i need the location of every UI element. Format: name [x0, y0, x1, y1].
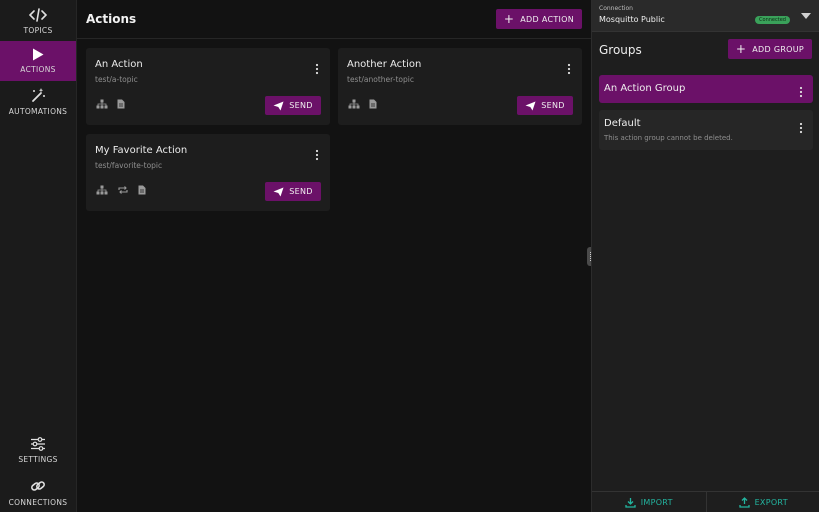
action-card[interactable]: Another Action test/another-topic SEND	[338, 48, 582, 125]
code-icon	[29, 7, 47, 22]
sliders-icon	[30, 436, 46, 451]
send-button[interactable]: SEND	[517, 96, 573, 115]
more-vertical-icon[interactable]	[566, 60, 572, 75]
nav-label-topics: TOPICS	[23, 25, 53, 35]
action-title: An Action	[95, 59, 143, 70]
magic-wand-icon	[30, 87, 46, 103]
send-button[interactable]: SEND	[265, 182, 321, 201]
document-icon	[369, 99, 377, 109]
download-icon	[625, 497, 636, 508]
more-vertical-icon[interactable]	[314, 146, 320, 161]
group-name: Default	[604, 118, 641, 129]
export-label: EXPORT	[754, 497, 788, 507]
hierarchy-icon	[348, 99, 360, 109]
nav-label-automations: AUTOMATIONS	[8, 106, 68, 116]
group-name: An Action Group	[604, 83, 686, 94]
more-vertical-icon[interactable]	[798, 83, 804, 98]
action-title: Another Action	[347, 59, 422, 70]
action-card[interactable]: My Favorite Action test/favorite-topic S…	[86, 134, 330, 211]
plus-icon: +	[503, 12, 515, 26]
nav-label-actions: ACTIONS	[20, 65, 56, 74]
more-vertical-icon[interactable]	[314, 60, 320, 75]
nav-label-connections: CONNECTIONS	[8, 497, 68, 507]
caret-down-icon[interactable]	[801, 13, 811, 19]
more-vertical-icon[interactable]	[798, 119, 804, 134]
actions-main: Actions + ADD ACTION An Action test/a-to…	[77, 0, 591, 512]
action-topic: test/a-topic	[95, 75, 138, 84]
group-subtitle: This action group cannot be deleted.	[604, 134, 733, 142]
plus-icon: +	[735, 42, 747, 56]
groups-panel: Connection Mosquitto Public Connected Gr…	[591, 0, 819, 512]
action-topic: test/another-topic	[347, 75, 414, 84]
add-action-button[interactable]: + ADD ACTION	[496, 9, 582, 29]
connection-name: Mosquitto Public	[599, 15, 665, 24]
nav-item-settings[interactable]: SETTINGS	[0, 432, 76, 468]
repeat-icon	[117, 185, 129, 195]
nav-label-settings: SETTINGS	[18, 454, 58, 464]
add-action-label: ADD ACTION	[520, 14, 575, 24]
connection-selector[interactable]: Connection Mosquitto Public Connected	[592, 0, 819, 32]
send-label: SEND	[289, 101, 313, 110]
connection-label: Connection	[599, 5, 633, 12]
send-icon	[273, 187, 284, 196]
play-icon	[32, 48, 44, 61]
send-button[interactable]: SEND	[265, 96, 321, 115]
send-icon	[273, 101, 284, 110]
export-button[interactable]: EXPORT	[707, 492, 819, 512]
document-icon	[138, 185, 146, 195]
group-item[interactable]: An Action Group	[599, 75, 813, 103]
hierarchy-icon	[96, 99, 108, 109]
nav-item-connections[interactable]: CONNECTIONS	[0, 474, 76, 510]
add-group-button[interactable]: + ADD GROUP	[728, 39, 812, 59]
upload-icon	[738, 496, 750, 508]
panel-footer: IMPORT EXPORT	[592, 491, 819, 512]
add-group-label: ADD GROUP	[752, 44, 805, 54]
groups-title: Groups	[599, 43, 642, 57]
action-topic: test/favorite-topic	[95, 161, 163, 170]
page-title: Actions	[86, 12, 137, 26]
send-icon	[525, 101, 536, 110]
link-icon	[30, 478, 46, 494]
main-header: Actions + ADD ACTION	[77, 0, 591, 39]
action-card[interactable]: An Action test/a-topic SEND	[86, 48, 330, 125]
nav-item-automations[interactable]: AUTOMATIONS	[0, 82, 76, 120]
hierarchy-icon	[96, 185, 108, 195]
nav-item-actions[interactable]: ACTIONS	[0, 41, 76, 81]
send-label: SEND	[541, 101, 565, 110]
nav-item-topics[interactable]: TOPICS	[0, 2, 76, 40]
sidebar-nav: TOPICS ACTIONS AUTOMATIONS SETTINGS CONN…	[0, 0, 77, 512]
action-title: My Favorite Action	[95, 145, 188, 156]
import-label: IMPORT	[640, 497, 673, 507]
import-button[interactable]: IMPORT	[592, 492, 707, 512]
group-item[interactable]: Default This action group cannot be dele…	[599, 110, 813, 150]
send-label: SEND	[289, 187, 313, 196]
status-badge: Connected	[755, 16, 790, 24]
document-icon	[117, 99, 125, 109]
